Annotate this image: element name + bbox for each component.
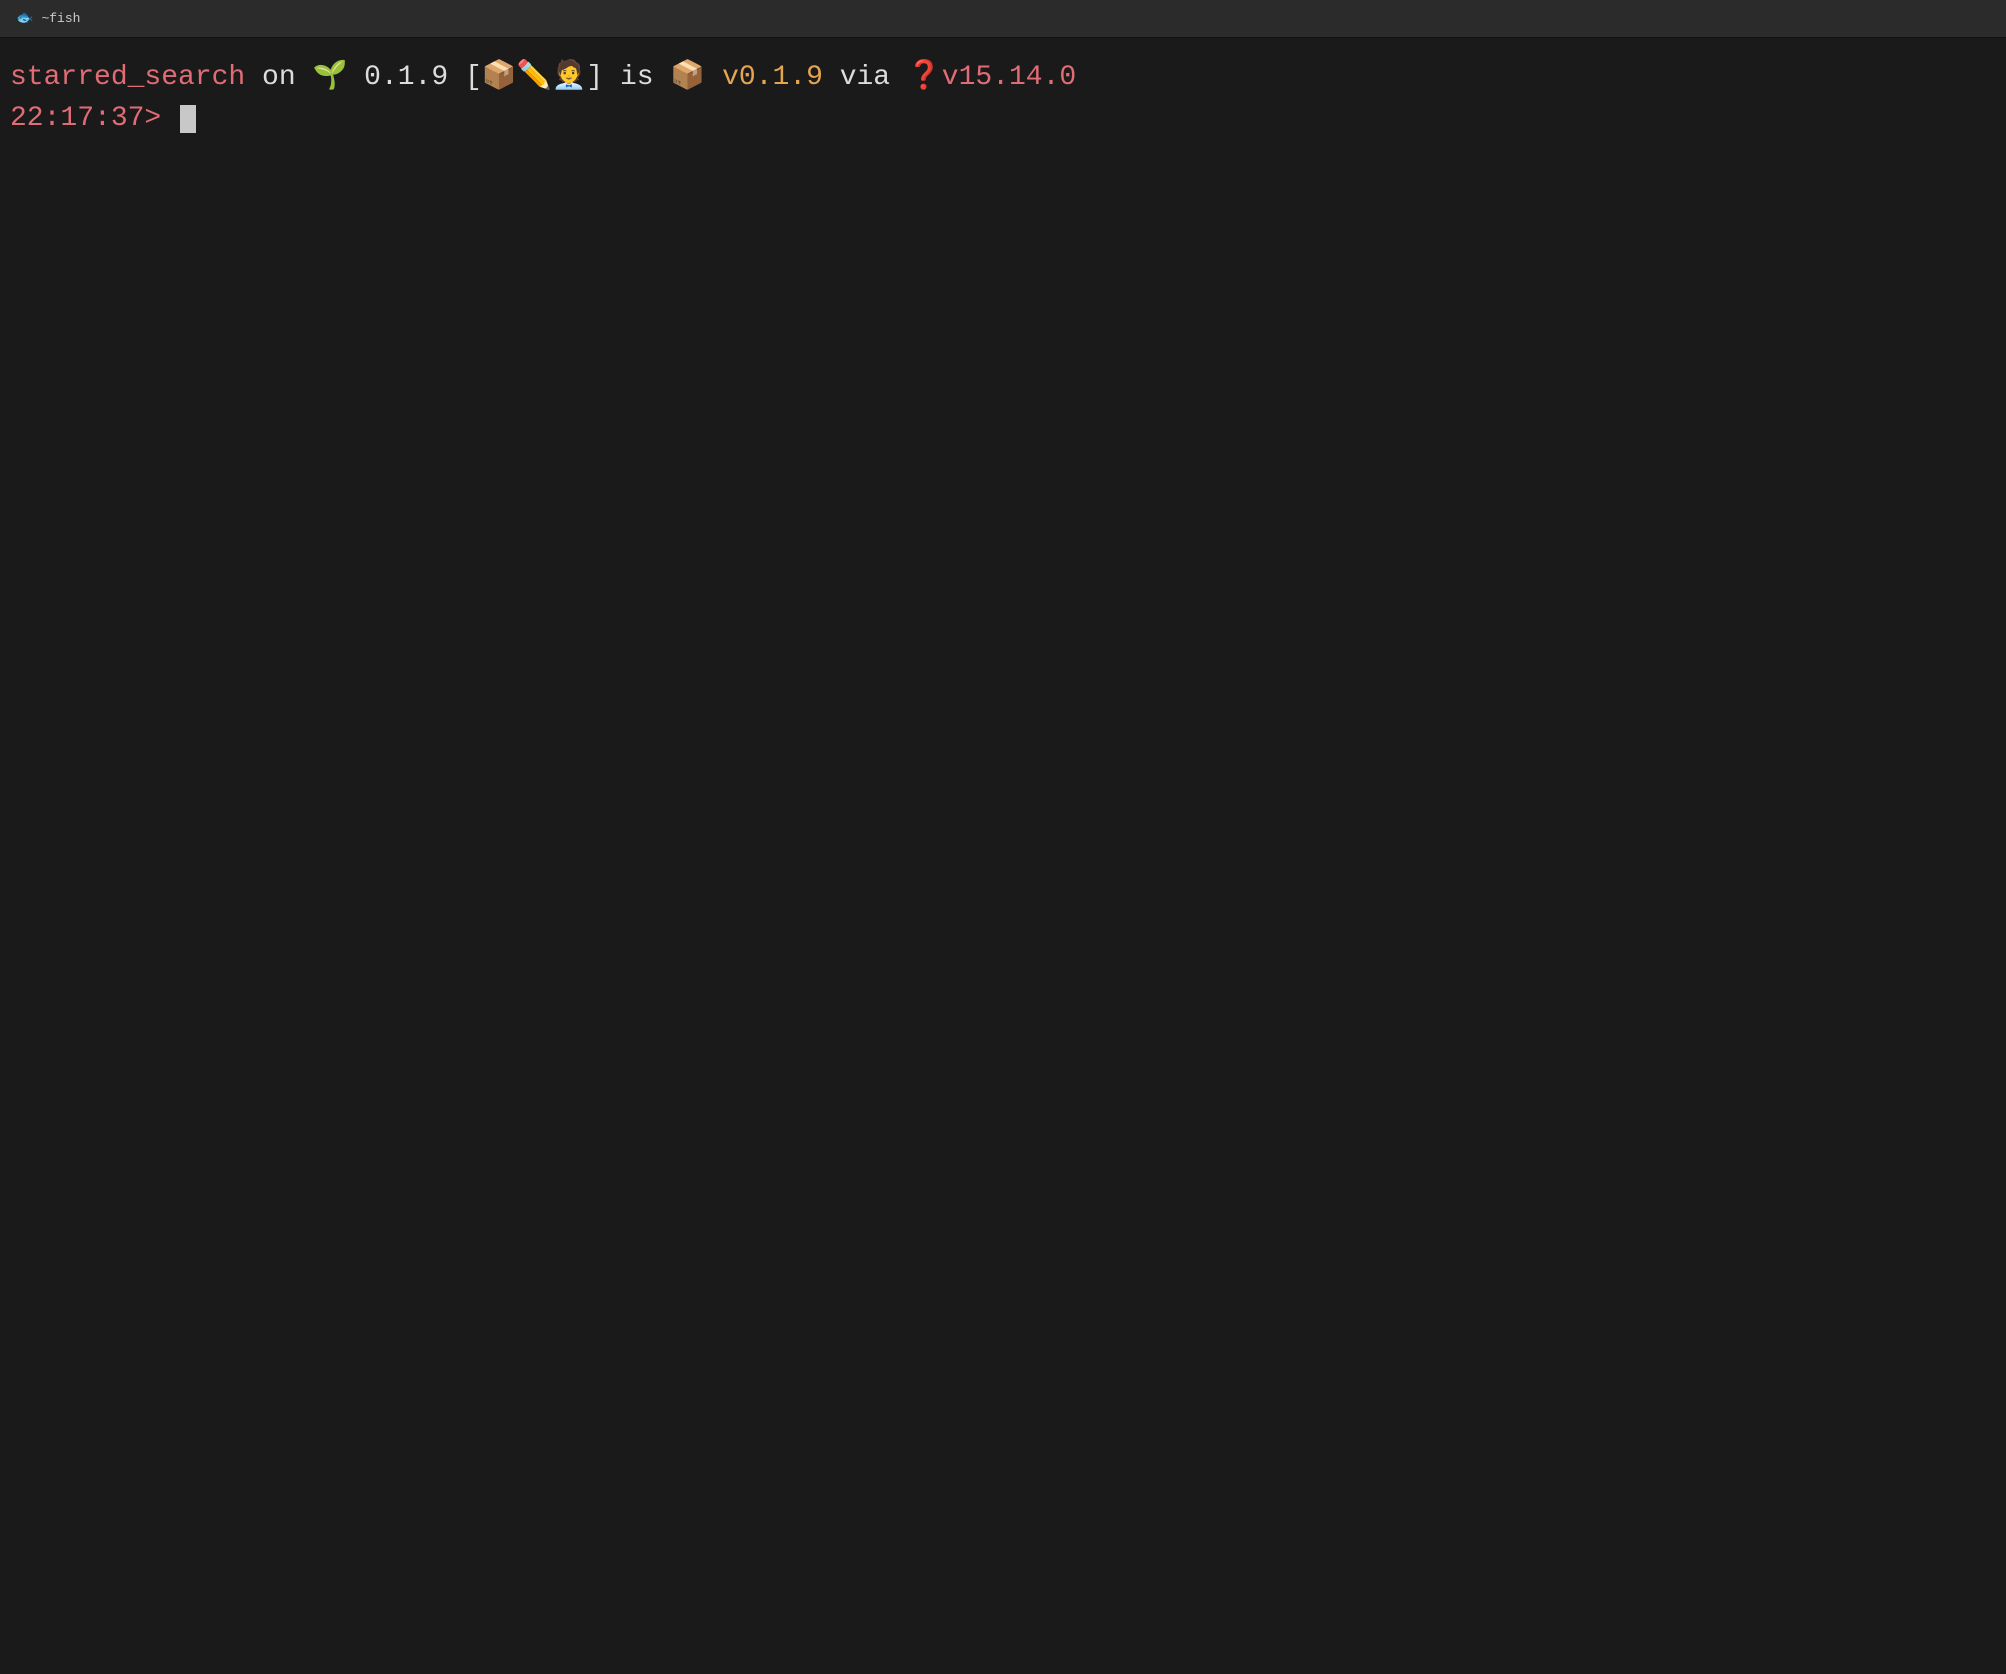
is-text: is xyxy=(603,58,670,97)
branch-version: 0.1.9 xyxy=(347,58,465,97)
title-bar-text: ~fish xyxy=(41,11,80,26)
status-icons: [📦✏️🧑‍💼] xyxy=(465,58,603,97)
via-text: via xyxy=(823,58,907,97)
title-bar: 🐟 ~fish xyxy=(0,0,2006,38)
on-text: on xyxy=(245,58,312,97)
node-version: v15.14.0 xyxy=(942,58,1076,97)
node-icon-wrapper: ❓ xyxy=(907,58,942,97)
package-version: v0.1.9 xyxy=(705,58,823,97)
fish-icon: 🐟 xyxy=(16,10,33,27)
project-name: starred_search xyxy=(10,58,245,97)
branch-icon: 🌱 xyxy=(312,58,347,97)
prompt-symbol: > xyxy=(144,99,178,138)
time: 22:17:37 xyxy=(10,99,144,138)
terminal-body: starred_search on 🌱 0.1.9 [📦✏️🧑‍💼] is 📦 … xyxy=(0,38,2006,1674)
package-icon: 📦 xyxy=(670,58,705,97)
prompt-line-1: starred_search on 🌱 0.1.9 [📦✏️🧑‍💼] is 📦 … xyxy=(10,58,1996,97)
prompt-line-2: 22:17:37 > xyxy=(10,99,1996,138)
cursor xyxy=(180,105,196,133)
